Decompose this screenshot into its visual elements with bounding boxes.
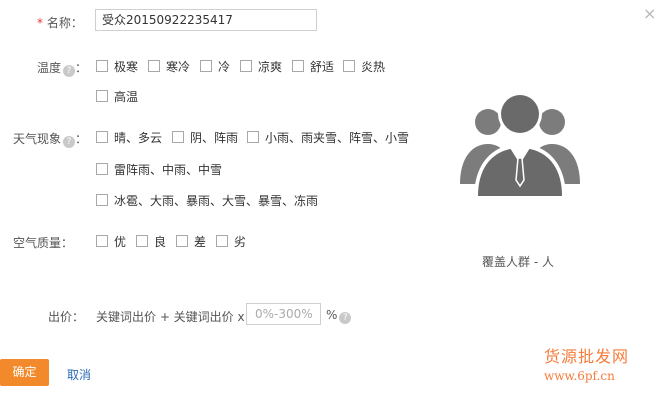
checkbox[interactable] [343, 60, 355, 72]
option-label: 晴、多云 [114, 130, 163, 145]
option-label: 雷阵雨、中雨、中雪 [114, 162, 223, 177]
air-option-2[interactable]: 差 [176, 233, 206, 249]
air-option-3[interactable]: 劣 [216, 233, 246, 249]
air-label: 空气质量 [13, 236, 62, 250]
colon: ： [75, 132, 88, 146]
people-group-icon [458, 86, 582, 198]
checkbox[interactable] [292, 60, 304, 72]
temperature-option-2[interactable]: 冷 [200, 58, 230, 74]
temperature-option-6[interactable]: 高温 [96, 88, 138, 104]
checkbox[interactable] [148, 60, 160, 72]
checkbox[interactable] [96, 60, 108, 72]
colon: ： [75, 61, 88, 75]
weather-label: 天气现象 [13, 132, 62, 146]
option-label: 极寒 [114, 59, 139, 74]
checkbox[interactable] [172, 131, 184, 143]
confirm-button[interactable]: 确定 [0, 359, 49, 386]
checkbox[interactable] [96, 194, 108, 206]
required-mark: * [37, 16, 43, 30]
name-label: 名称： [46, 16, 83, 30]
colon: ： [61, 236, 74, 250]
bid-unit-wrap: %? [326, 308, 352, 324]
option-label: 劣 [234, 234, 247, 249]
air-option-1[interactable]: 良 [136, 233, 166, 249]
option-label: 阴、阵雨 [190, 130, 239, 145]
weather-option-3[interactable]: 雷阵雨、中雨、中雪 [96, 161, 222, 177]
checkbox[interactable] [176, 235, 188, 247]
close-icon[interactable]: × [643, 4, 656, 23]
option-label: 炎热 [361, 59, 386, 74]
option-label: 寒冷 [166, 59, 191, 74]
cancel-link[interactable]: 取消 [67, 366, 91, 383]
option-label: 高温 [114, 89, 139, 104]
option-label: 冰雹、大雨、暴雨、大雪、暴雪、冻雨 [114, 193, 319, 208]
option-label: 良 [154, 234, 167, 249]
bid-formula: 关键词出价 + 关键词出价 x [96, 310, 245, 324]
checkbox[interactable] [96, 90, 108, 102]
weather-label-wrap: 天气现象?： [13, 130, 87, 148]
option-label: 舒适 [310, 59, 335, 74]
weather-option-1[interactable]: 阴、阵雨 [172, 129, 238, 145]
checkbox[interactable] [96, 163, 108, 175]
temperature-option-5[interactable]: 炎热 [343, 58, 385, 74]
air-option-0[interactable]: 优 [96, 233, 126, 249]
checkbox[interactable] [240, 60, 252, 72]
checkbox[interactable] [96, 131, 108, 143]
watermark-title: 货源批发网 [544, 347, 630, 366]
help-icon[interactable]: ? [63, 65, 76, 77]
temperature-option-1[interactable]: 寒冷 [148, 58, 190, 74]
temperature-label: 温度 [37, 61, 62, 75]
option-label: 凉爽 [258, 59, 283, 74]
checkbox[interactable] [200, 60, 212, 72]
option-label: 小雨、雨夹雪、阵雪、小雪 [265, 130, 410, 145]
percent-unit: % [326, 308, 338, 322]
bid-percent-input[interactable]: 0%-300% [246, 303, 321, 325]
temperature-option-4[interactable]: 舒适 [292, 58, 334, 74]
temperature-option-3[interactable]: 凉爽 [240, 58, 282, 74]
weather-option-4[interactable]: 冰雹、大雨、暴雨、大雪、暴雪、冻雨 [96, 192, 318, 208]
name-input[interactable]: 受众20150922235417 [95, 9, 317, 31]
name-label-wrap: * 名称： [37, 14, 83, 31]
air-label-wrap: 空气质量： [13, 234, 73, 251]
option-label: 差 [194, 234, 207, 249]
weather-option-0[interactable]: 晴、多云 [96, 129, 162, 145]
coverage-text: 覆盖人群 - 人 [482, 255, 554, 269]
temperature-option-0[interactable]: 极寒 [96, 58, 138, 74]
checkbox[interactable] [216, 235, 228, 247]
help-icon[interactable]: ? [339, 312, 352, 324]
checkbox[interactable] [96, 235, 108, 247]
option-label: 优 [114, 234, 127, 249]
weather-option-2[interactable]: 小雨、雨夹雪、阵雪、小雪 [247, 129, 409, 145]
option-label: 冷 [218, 59, 231, 74]
checkbox[interactable] [247, 131, 259, 143]
bid-label: 出价： [48, 310, 85, 324]
temperature-label-wrap: 温度?： [37, 59, 87, 77]
checkbox[interactable] [136, 235, 148, 247]
help-icon[interactable]: ? [63, 136, 76, 148]
watermark-url: www.6pf.cn [544, 369, 615, 383]
